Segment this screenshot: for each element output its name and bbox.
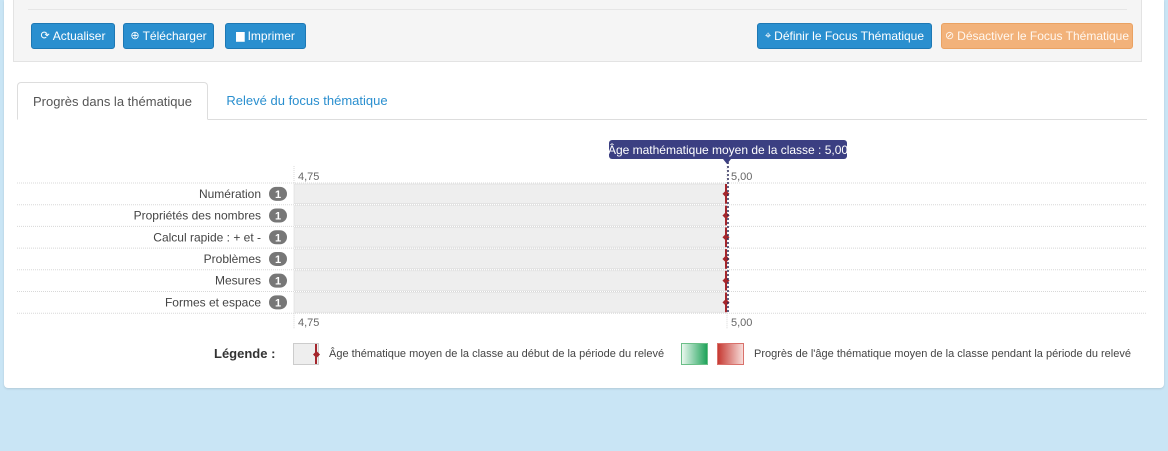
legend-gain-swatch — [681, 343, 708, 365]
bar — [293, 292, 728, 313]
bar — [293, 205, 728, 226]
count-badge-text: 1 — [275, 254, 281, 266]
category-label: Mesures — [215, 274, 261, 288]
category-label: Formes et espace — [165, 295, 261, 309]
count-badge-text: 1 — [275, 297, 281, 309]
count-badge-text: 1 — [275, 232, 281, 244]
x-tick-label-top: 5,00 — [731, 171, 752, 183]
bar — [293, 183, 728, 204]
bar — [293, 227, 728, 248]
x-tick-label-bottom: 5,00 — [731, 317, 752, 329]
category-label: Numération — [199, 187, 261, 201]
category-label: Problèmes — [204, 252, 261, 266]
count-badge-text: 1 — [275, 211, 281, 223]
bar — [293, 270, 728, 291]
legend-loss-swatch — [717, 343, 744, 365]
legend-progress-text: Progrès de l'âge thématique moyen de la … — [754, 348, 1131, 360]
x-tick-label-top: 4,75 — [298, 171, 319, 183]
count-badge-text: 1 — [275, 276, 281, 288]
count-badge-text: 1 — [275, 189, 281, 201]
legend-start-text: Âge thématique moyen de la classe au déb… — [329, 348, 665, 360]
class-average-marker-label: Âge mathématique moyen de la classe : 5,… — [608, 140, 848, 164]
legend-start-swatch — [293, 343, 321, 365]
bar — [293, 248, 728, 270]
category-label: Calcul rapide : + et - — [153, 230, 261, 244]
legend-title: Légende : — [214, 346, 276, 361]
progress-chart: 4,75 4,75 5,00 5,00 Numération 1 Propriétés de… — [17, 162, 1147, 330]
x-tick-label-bottom: 4,75 — [298, 317, 319, 329]
category-label: Propriétés des nombres — [134, 209, 261, 223]
